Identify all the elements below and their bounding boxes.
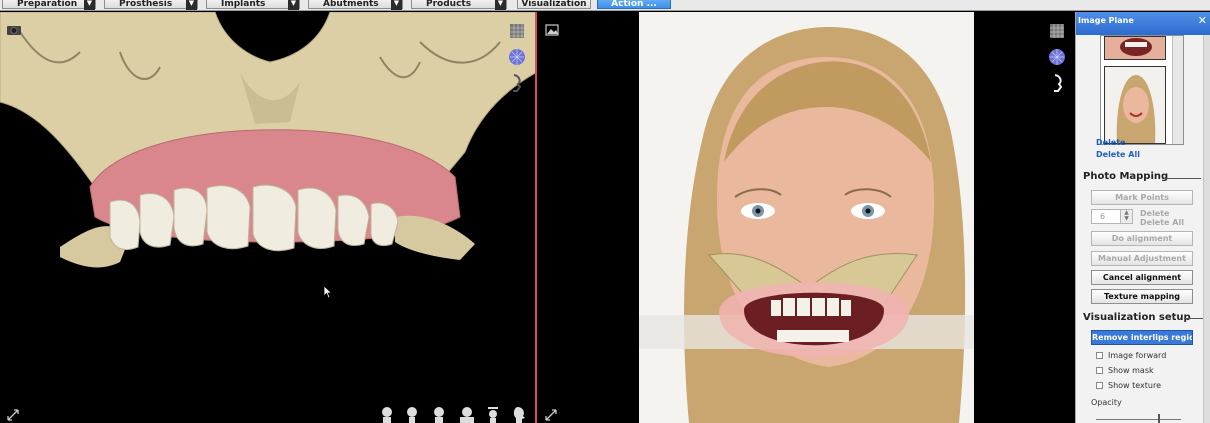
points-stepper-value: 6 (1100, 212, 1106, 221)
profile-icon[interactable] (1051, 74, 1069, 92)
mesh-sphere-icon[interactable] (1048, 48, 1066, 66)
points-stepper[interactable]: 6 ▲ ▼ (1091, 209, 1133, 224)
thumbnail-mouth[interactable] (1104, 36, 1166, 60)
visualization-button[interactable]: Visualization ... (517, 0, 591, 9)
section-divider (1164, 178, 1201, 179)
image-icon[interactable] (545, 21, 563, 39)
top-toolbar: Preparation ▼ Prosthesis ▼ Implants ▼ Ab… (0, 0, 1210, 11)
dental-planning-app: Preparation ▼ Prosthesis ▼ Implants ▼ Ab… (0, 0, 1210, 423)
visualization-setup-heading: Visualization setup (1083, 312, 1191, 323)
checkbox-label: Show mask (1108, 366, 1154, 375)
patient-photo (639, 12, 974, 423)
checkbox-box[interactable] (1096, 352, 1103, 359)
chevron-down-icon: ▼ (288, 0, 299, 10)
head-profile-icon[interactable] (512, 406, 530, 423)
delete-all-link[interactable]: Delete All (1096, 150, 1140, 159)
preparation-dropdown[interactable]: Preparation ▼ (2, 0, 96, 10)
checkbox-box[interactable] (1096, 367, 1103, 374)
profile-icon[interactable] (510, 74, 528, 92)
checkbox-label: Image forward (1108, 351, 1167, 360)
viewport-photo[interactable] (539, 12, 1075, 423)
prosthesis-dropdown-label: Prosthesis (119, 0, 173, 9)
abutments-dropdown-label: Abutments (323, 0, 379, 9)
checkbox-box[interactable] (1096, 382, 1103, 389)
expand-icon[interactable] (7, 406, 25, 423)
cancel-alignment-button[interactable]: Cancel alignment (1091, 270, 1193, 285)
close-icon[interactable]: ✕ (1198, 14, 1207, 27)
opacity-slider-handle[interactable] (1158, 414, 1160, 423)
skull-3d-render (0, 12, 535, 268)
chevron-down-icon: ▼ (186, 0, 197, 10)
opacity-slider-track[interactable] (1096, 419, 1181, 420)
stepper-arrows-icon[interactable]: ▲ ▼ (1120, 210, 1132, 223)
thumbnail-scrollbar[interactable] (1172, 36, 1183, 144)
products-dropdown[interactable]: Products ▼ (411, 0, 507, 10)
checkbox-label: Show texture (1108, 381, 1162, 390)
mark-points-button[interactable]: Mark Points (1091, 190, 1193, 205)
photo-mapping-heading: Photo Mapping (1083, 171, 1169, 182)
remove-interlips-button[interactable]: Remove interlips region (1091, 330, 1193, 345)
head-top-icon[interactable] (458, 406, 476, 423)
camera-icon[interactable] (6, 21, 24, 39)
action-button[interactable]: Action ... (597, 0, 671, 9)
section-divider (1185, 318, 1203, 319)
products-dropdown-label: Products (426, 0, 472, 9)
chevron-down-icon: ▼ (495, 0, 506, 10)
stepper-delete-all-label[interactable]: Delete All (1140, 218, 1184, 227)
viewport-3d-model[interactable] (0, 12, 537, 423)
thumbnail-face[interactable] (1104, 66, 1166, 144)
grid-cube-icon[interactable] (508, 22, 526, 40)
panel-title-bar: Image Plane ✕ (1076, 12, 1210, 35)
chevron-down-icon: ▼ (391, 0, 402, 10)
prosthesis-dropdown[interactable]: Prosthesis ▼ (104, 0, 198, 10)
head-front-icon[interactable] (380, 406, 398, 423)
manual-adjustment-button[interactable]: Manual Adjustment (1091, 251, 1193, 266)
mouse-cursor-icon (323, 284, 333, 303)
head-bottom-icon[interactable] (486, 406, 504, 423)
stepper-delete-label[interactable]: Delete (1140, 209, 1169, 218)
grid-cube-icon[interactable] (1048, 22, 1066, 40)
texture-mapping-button[interactable]: Texture mapping (1091, 289, 1193, 304)
image-thumbnail-list[interactable] (1100, 35, 1184, 145)
panel-title: Image Plane (1078, 16, 1134, 25)
chevron-down-icon: ▼ (84, 0, 95, 10)
mesh-sphere-icon[interactable] (508, 48, 526, 66)
head-back-icon[interactable] (432, 406, 450, 423)
image-plane-panel: Image Plane ✕ Delete Delete All Photo Ma… (1075, 12, 1210, 423)
do-alignment-button[interactable]: Do alignment (1091, 231, 1193, 246)
panel-scrollbar[interactable] (1203, 35, 1210, 423)
opacity-label: Opacity (1091, 398, 1122, 407)
implants-dropdown-label: Implants (221, 0, 266, 9)
delete-link[interactable]: Delete (1096, 138, 1125, 147)
implants-dropdown[interactable]: Implants ▼ (206, 0, 300, 10)
expand-icon[interactable] (545, 406, 563, 423)
head-side-icon[interactable] (405, 406, 423, 423)
preparation-dropdown-label: Preparation (17, 0, 78, 9)
abutments-dropdown[interactable]: Abutments ▼ (308, 0, 403, 10)
